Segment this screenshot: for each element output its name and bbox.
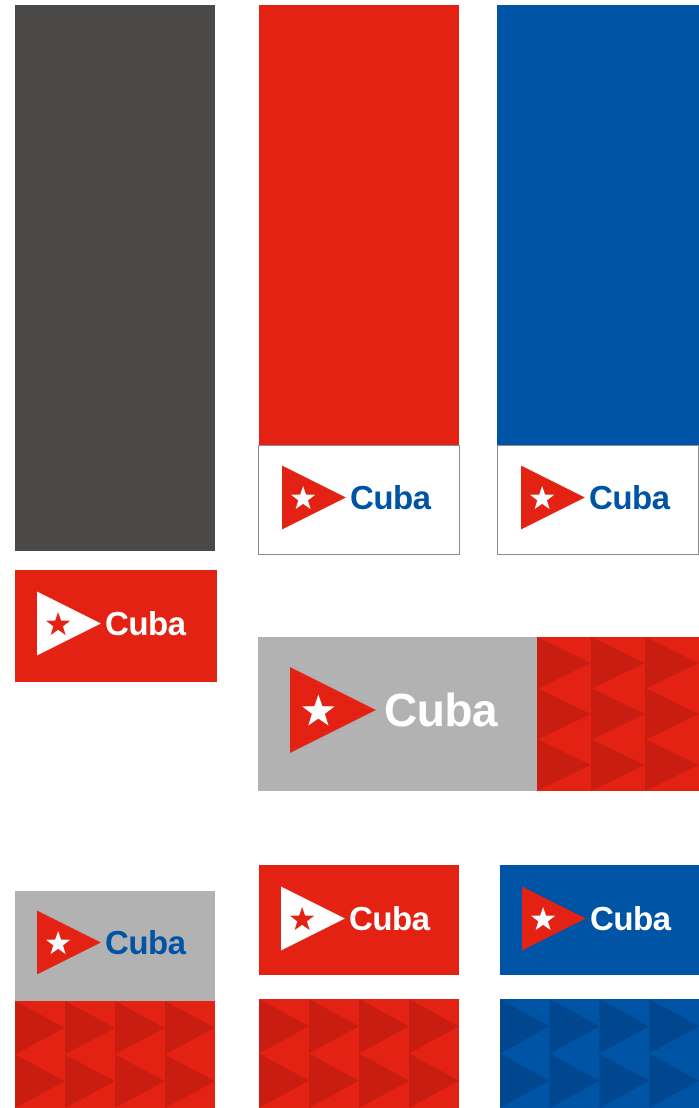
- wordmark: Cuba: [589, 478, 670, 516]
- flag-triangle-star-icon: [37, 591, 101, 656]
- logo: Cuba: [290, 664, 498, 756]
- logo-card-red: Cuba: [15, 570, 217, 682]
- logo: Cuba: [37, 909, 186, 976]
- triangle-pattern-svg: [537, 637, 699, 791]
- flag-triangle-star-icon: [37, 910, 101, 975]
- logo-card-blue: Cuba: [500, 865, 699, 975]
- flag-triangle-star-icon: [522, 886, 586, 951]
- logo: Cuba: [522, 885, 671, 952]
- swatch-red: [259, 5, 459, 445]
- wordmark: Cuba: [384, 684, 498, 736]
- flag-triangle-star-icon: [281, 886, 345, 951]
- flag-triangle-star-icon: [521, 465, 585, 530]
- triangle-pattern-blue: [500, 999, 699, 1108]
- logo: Cuba: [521, 464, 670, 531]
- wordmark: Cuba: [349, 899, 430, 937]
- triangle-pattern-red: [15, 1001, 215, 1108]
- logo: Cuba: [281, 885, 430, 952]
- swatch-blue: [497, 5, 699, 445]
- logo-card-red: Cuba: [259, 865, 459, 975]
- triangle-pattern-svg: [259, 999, 459, 1108]
- triangle-pattern-red: [537, 637, 699, 791]
- banner-gray-logo: Cuba: [258, 637, 538, 791]
- wordmark: Cuba: [105, 604, 186, 642]
- triangle-pattern-red: [259, 999, 459, 1108]
- logo-card-white-red: Cuba: [258, 445, 460, 555]
- triangle-pattern-svg: [500, 999, 699, 1108]
- wordmark: Cuba: [105, 923, 186, 961]
- triangle-pattern-svg: [15, 1001, 215, 1108]
- flag-triangle-star-icon: [290, 667, 376, 753]
- logo-card-gray: Cuba: [15, 891, 215, 1001]
- swatch-dark-gray: [15, 5, 215, 551]
- flag-triangle-star-icon: [282, 465, 346, 530]
- wordmark: Cuba: [590, 899, 671, 937]
- wordmark: Cuba: [350, 478, 431, 516]
- logo: Cuba: [37, 590, 186, 657]
- logo-card-white-blue: Cuba: [497, 445, 699, 555]
- logo: Cuba: [282, 464, 431, 531]
